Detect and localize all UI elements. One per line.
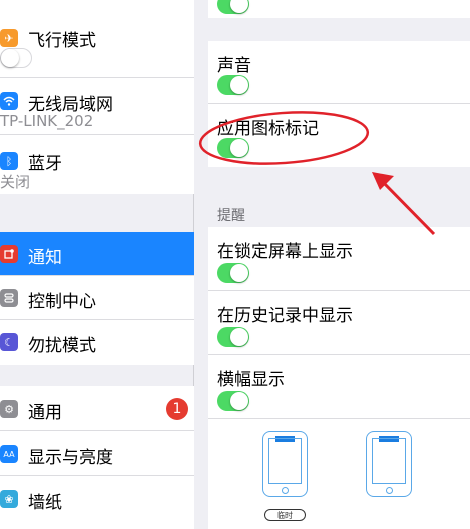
banner-toggle[interactable] — [217, 391, 249, 411]
banner-label: 横幅显示 — [217, 370, 285, 390]
settings-screen: ✈ 飞行模式 无线局域网 TP-LINK_202 ᛒ 蓝牙 关闭 通知 控制中心… — [0, 0, 470, 529]
notification-icon — [0, 245, 18, 263]
sidebar-item-label: 显示与亮度 — [28, 448, 113, 468]
sidebar-item-do-not-disturb[interactable]: ☾ 勿扰模式 — [0, 320, 194, 364]
wifi-network-value: TP-LINK_202 — [0, 112, 94, 130]
moon-icon: ☾ — [0, 333, 18, 351]
sounds-label: 声音 — [217, 56, 251, 76]
alerts-card: 在锁定屏幕上显示 在历史记录中显示 横幅显示 临时 — [208, 227, 470, 529]
bluetooth-status-value: 关闭 — [0, 173, 31, 191]
sidebar-item-label: 通知 — [28, 248, 62, 268]
sidebar-item-label: 通用 — [28, 403, 62, 423]
control-center-icon — [0, 289, 18, 307]
airplane-mode-toggle[interactable] — [0, 48, 32, 68]
sidebar-item-notifications[interactable]: 通知 — [0, 232, 194, 276]
update-count-badge: 1 — [166, 398, 188, 420]
sounds-toggle[interactable] — [217, 75, 249, 95]
sidebar-group-connectivity: ✈ 飞行模式 无线局域网 TP-LINK_202 ᛒ 蓝牙 关闭 — [0, 0, 194, 194]
sidebar-group-notifications: 通知 控制中心 ☾ 勿扰模式 — [0, 232, 194, 365]
sounds-setting-row: 声音 — [208, 41, 470, 104]
airplane-icon: ✈ — [0, 29, 18, 47]
sidebar-item-label: 蓝牙 — [28, 154, 62, 174]
history-toggle[interactable] — [217, 327, 249, 347]
settings-sidebar: ✈ 飞行模式 无线局域网 TP-LINK_202 ᛒ 蓝牙 关闭 通知 控制中心… — [0, 0, 194, 529]
notification-detail-panel: 声音 应用图标标记 提醒 在锁定屏幕上显示 在历史记录中显示 横幅显示 临时 — [195, 0, 470, 529]
bluetooth-icon: ᛒ — [0, 152, 18, 170]
lock-screen-label: 在锁定屏幕上显示 — [217, 242, 353, 262]
lock-screen-toggle[interactable] — [217, 263, 249, 283]
history-row: 在历史记录中显示 — [208, 291, 470, 355]
top-toggle-card — [208, 0, 470, 18]
sidebar-group-general: ⚙ 通用 1 AA 显示与亮度 ❀ 墙纸 — [0, 386, 194, 529]
badge-app-icon-label: 应用图标标记 — [217, 119, 319, 139]
display-icon: AA — [0, 445, 18, 463]
sidebar-item-general[interactable]: ⚙ 通用 1 — [0, 386, 194, 431]
gear-icon: ⚙ — [0, 400, 18, 418]
sidebar-item-display-brightness[interactable]: AA 显示与亮度 — [0, 431, 194, 476]
top-partial-toggle[interactable] — [217, 0, 249, 14]
badge-app-icon-row: 应用图标标记 — [208, 104, 470, 167]
sidebar-item-airplane-mode[interactable]: ✈ 飞行模式 — [0, 0, 194, 78]
badge-app-icon-toggle[interactable] — [217, 138, 249, 158]
sidebar-item-control-center[interactable]: 控制中心 — [0, 276, 194, 320]
sidebar-item-wifi[interactable]: 无线局域网 TP-LINK_202 — [0, 78, 194, 135]
banner-style-preview: 临时 — [208, 419, 470, 529]
sidebar-item-wallpaper[interactable]: ❀ 墙纸 — [0, 476, 194, 521]
lock-screen-row: 在锁定屏幕上显示 — [208, 227, 470, 291]
sound-badge-card: 声音 应用图标标记 — [208, 41, 470, 167]
sidebar-item-label: 墙纸 — [28, 493, 62, 513]
sidebar-item-label: 控制中心 — [28, 292, 96, 312]
wallpaper-icon: ❀ — [0, 490, 18, 508]
persistent-banner-phone-preview[interactable] — [366, 431, 412, 497]
history-label: 在历史记录中显示 — [217, 306, 353, 326]
temporary-banner-phone-preview[interactable] — [262, 431, 308, 497]
sidebar-item-label: 飞行模式 — [28, 31, 96, 51]
temporary-banner-option[interactable]: 临时 — [264, 509, 306, 521]
sidebar-item-bluetooth[interactable]: ᛒ 蓝牙 关闭 — [0, 135, 194, 194]
wifi-icon — [0, 92, 18, 110]
sidebar-item-label: 勿扰模式 — [28, 336, 96, 356]
banner-row: 横幅显示 — [208, 355, 470, 419]
alerts-section-header: 提醒 — [217, 208, 245, 224]
